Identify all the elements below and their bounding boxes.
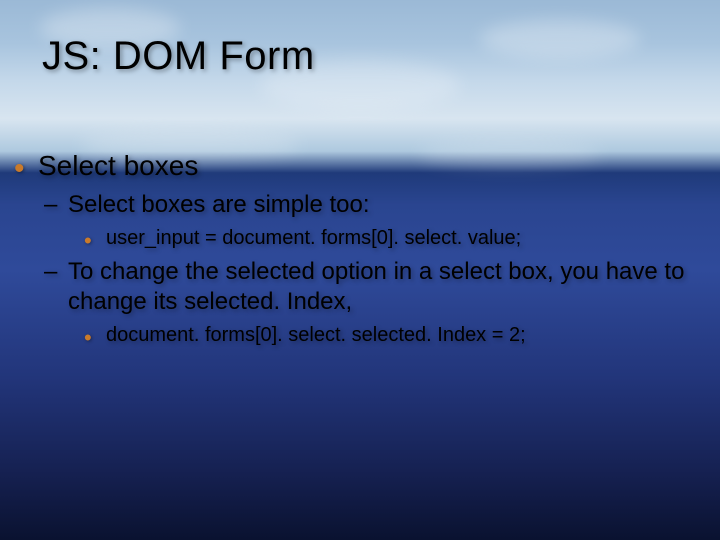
bullet-level3-code: document. forms[0]. select. selected. In… [14, 323, 700, 348]
slide-content: Select boxes Select boxes are simple too… [14, 150, 700, 348]
bullet-level2: Select boxes are simple too: [14, 190, 700, 220]
bullet-level3-code: user_input = document. forms[0]. select.… [14, 226, 700, 251]
slide-title: JS: DOM Form [42, 34, 315, 79]
bullet-level2: To change the selected option in a selec… [14, 257, 700, 317]
slide: JS: DOM Form Select boxes Select boxes a… [0, 0, 720, 540]
bullet-level1: Select boxes [14, 150, 700, 182]
